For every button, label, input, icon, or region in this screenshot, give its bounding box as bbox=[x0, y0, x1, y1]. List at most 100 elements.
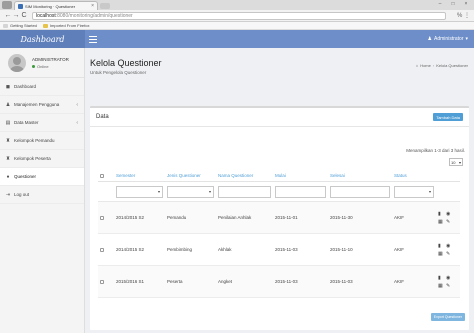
row-actions: ▮ ◉ ▦ ✎ bbox=[438, 243, 460, 257]
sidebar-item-kelompok-peserta[interactable]: ♜ Kelompok Peserta bbox=[0, 150, 84, 168]
sidebar-item-label: Kelompok Pemandu bbox=[14, 138, 55, 143]
avatar bbox=[8, 53, 26, 72]
row-checkbox[interactable] bbox=[100, 279, 104, 284]
cell-semester: 2014/2015 S2 bbox=[116, 247, 145, 252]
content-area: Kelola Questioner Untuk Pengelola Questi… bbox=[85, 48, 474, 333]
sidebar-item-manajemen-pengguna[interactable]: ♟ Manajemen Pengguna ‹ bbox=[0, 96, 84, 114]
edit-icon[interactable]: ✎ bbox=[446, 283, 452, 289]
delete-icon[interactable]: ▦ bbox=[438, 251, 444, 257]
column-header-status[interactable]: Status bbox=[394, 173, 438, 178]
cell-jenis: Pembimbing bbox=[167, 247, 193, 252]
export-questioner-button[interactable]: Export Questioner bbox=[430, 313, 465, 321]
admin-dropdown[interactable]: ♟ Administrator ▾ bbox=[428, 30, 468, 48]
filter-selesai-input[interactable] bbox=[330, 185, 390, 198]
add-data-button[interactable]: Tambah Data bbox=[433, 113, 463, 121]
back-icon[interactable]: ← bbox=[4, 12, 12, 19]
eye-icon[interactable]: ◉ bbox=[446, 243, 452, 249]
address-bar[interactable]: localhost :8080/monitoring/admin/questio… bbox=[32, 11, 446, 20]
new-tab-button[interactable] bbox=[100, 3, 110, 9]
user-name: ADMINISTRATOR bbox=[32, 56, 69, 62]
cell-mulai: 2015-11-01 bbox=[275, 215, 298, 220]
browser-menu-icon[interactable]: % ⋮ bbox=[450, 12, 470, 19]
brand-logo[interactable]: Dashboard bbox=[0, 30, 85, 48]
sidebar-item-label: Questioner bbox=[14, 174, 37, 179]
cell-status: AKIF bbox=[394, 247, 405, 252]
browser-tab[interactable]: SIM Monitoring · Questioner × bbox=[14, 1, 98, 10]
column-header-semester[interactable]: Semester bbox=[116, 173, 167, 178]
edit-icon[interactable]: ✎ bbox=[446, 219, 452, 225]
app-header: Dashboard ♟ Administrator ▾ bbox=[0, 30, 474, 48]
address-host: localhost bbox=[36, 12, 56, 19]
reload-icon[interactable]: C bbox=[20, 12, 28, 19]
questioner-table: Semester Jenis Questioner Nama Questione… bbox=[98, 170, 460, 298]
box-title: Data bbox=[96, 114, 109, 120]
view-icon[interactable]: ▮ bbox=[438, 243, 444, 249]
minimize-icon[interactable]: – bbox=[436, 1, 444, 7]
page-header: Kelola Questioner Untuk Pengelola Questi… bbox=[90, 58, 162, 75]
page-title: Kelola Questioner bbox=[90, 58, 162, 68]
menu-toggle-icon[interactable] bbox=[89, 33, 99, 45]
logout-icon: ⇥ bbox=[5, 191, 11, 198]
edit-icon[interactable]: ✎ bbox=[446, 251, 452, 257]
sidebar-item-data-master[interactable]: ▤ Data Master ‹ bbox=[0, 114, 84, 132]
page-size-value: 10 bbox=[451, 159, 456, 165]
filter-status-select[interactable]: ▾ bbox=[394, 185, 434, 198]
box-divider bbox=[90, 126, 469, 127]
sidebar: ADMINISTRATOR Online ◼ Dashboard ♟ Manaj… bbox=[0, 48, 85, 333]
close-window-icon[interactable]: × bbox=[462, 1, 470, 7]
delete-icon[interactable]: ▦ bbox=[438, 219, 444, 225]
eye-icon[interactable]: ◉ bbox=[446, 211, 452, 217]
forward-icon[interactable]: → bbox=[12, 12, 20, 19]
database-icon: ▤ bbox=[5, 119, 11, 126]
breadcrumb-current: Kelola Questioner bbox=[436, 63, 468, 68]
column-header-jenis[interactable]: Jenis Questioner bbox=[167, 173, 218, 178]
table-row: 2015/2016 S1 Peserta Angket 2015-11-03 2… bbox=[98, 266, 460, 298]
maximize-icon[interactable]: □ bbox=[449, 1, 457, 7]
row-checkbox[interactable] bbox=[100, 215, 104, 220]
sidebar-item-logout[interactable]: ⇥ Log out bbox=[0, 186, 84, 204]
sidebar-item-dashboard[interactable]: ◼ Dashboard bbox=[0, 78, 84, 96]
table-row: 2014/2015 S2 Pembimbing Akhlak 2015-11-0… bbox=[98, 234, 460, 266]
pagination-summary: Menampilkan 1-3 dari 3 hasil. bbox=[406, 148, 465, 153]
users-icon: ♟ bbox=[5, 101, 11, 108]
filter-nama-input[interactable] bbox=[218, 185, 271, 198]
filter-mulai-input[interactable] bbox=[275, 185, 326, 198]
breadcrumb-separator: › bbox=[432, 63, 435, 68]
sidebar-item-label: Data Master bbox=[14, 120, 39, 125]
cell-mulai: 2015-11-03 bbox=[275, 279, 298, 284]
breadcrumb-home[interactable]: Home bbox=[420, 63, 431, 68]
online-status-icon bbox=[32, 64, 35, 68]
sidebar-item-kelompok-pemandu[interactable]: ♜ Kelompok Pemandu bbox=[0, 132, 84, 150]
filter-semester-select[interactable]: ▾ bbox=[116, 185, 163, 198]
page-size-select[interactable]: 10 ▾ bbox=[449, 158, 463, 166]
question-icon: ● bbox=[6, 173, 10, 180]
delete-icon[interactable]: ▦ bbox=[438, 283, 444, 289]
view-icon[interactable]: ▮ bbox=[438, 275, 444, 281]
column-header-nama[interactable]: Nama Questioner bbox=[218, 173, 275, 178]
sidebar-item-label: Log out bbox=[14, 192, 30, 197]
sidebar-item-questioner[interactable]: ● Questioner bbox=[0, 168, 84, 186]
cell-nama: Penilaian Anhlak bbox=[218, 215, 252, 220]
select-all-checkbox[interactable] bbox=[100, 173, 104, 178]
filter-jenis-select[interactable]: ▾ bbox=[167, 185, 214, 198]
column-header-selesai[interactable]: Selesai bbox=[330, 173, 394, 178]
eye-icon[interactable]: ◉ bbox=[446, 275, 452, 281]
bookmark-label: Getting Started bbox=[10, 23, 37, 28]
favicon-icon bbox=[18, 3, 23, 9]
cell-status: AKIF bbox=[394, 279, 405, 284]
sidebar-item-label: Kelompok Peserta bbox=[14, 156, 51, 161]
browser-toolbar: ← → C localhost :8080/monitoring/admin/q… bbox=[0, 10, 474, 22]
group-icon: ♜ bbox=[5, 137, 11, 144]
bookmark-imported[interactable]: Imported From Firefox bbox=[42, 23, 89, 28]
cell-selesai: 2015-11-30 bbox=[330, 215, 353, 220]
view-icon[interactable]: ▮ bbox=[438, 211, 444, 217]
bookmark-getting-started[interactable]: Getting Started bbox=[3, 23, 37, 28]
browser-profile-icon[interactable] bbox=[2, 1, 12, 9]
tab-close-icon[interactable]: × bbox=[91, 3, 94, 9]
bookmarks-bar: Getting Started Imported From Firefox bbox=[0, 22, 474, 30]
cell-semester: 2015/2016 S1 bbox=[116, 279, 145, 284]
column-header-mulai[interactable]: Mulai bbox=[275, 173, 330, 178]
page-subtitle: Untuk Pengelola Questioner bbox=[90, 70, 147, 75]
sidebar-item-label: Dashboard bbox=[14, 84, 37, 89]
row-checkbox[interactable] bbox=[100, 247, 104, 252]
